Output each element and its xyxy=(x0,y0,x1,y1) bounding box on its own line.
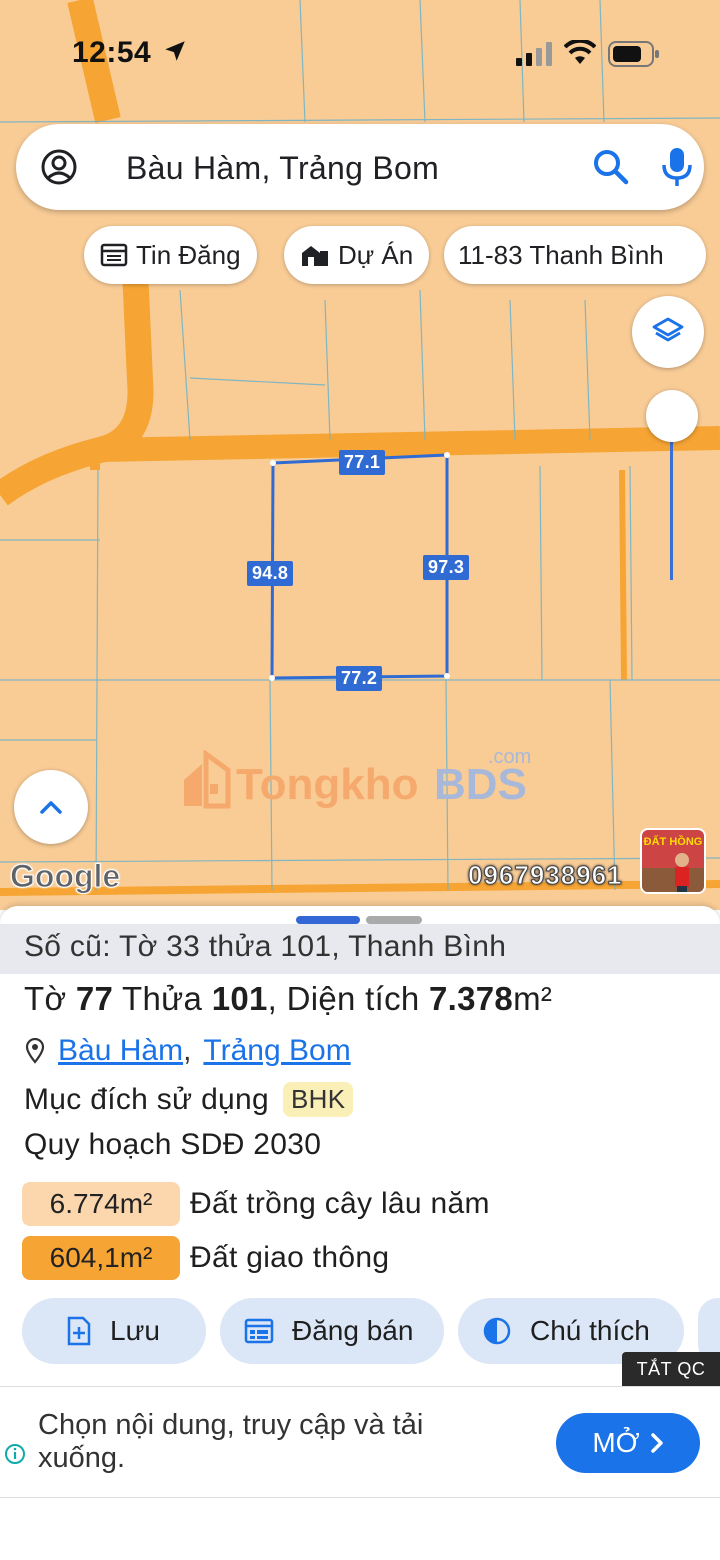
location-arrow-icon xyxy=(165,41,185,61)
chip-location-filter[interactable]: 11-83 Thanh Bình xyxy=(444,226,706,284)
watermark-logo-icon xyxy=(184,750,231,809)
chevron-up-icon xyxy=(40,801,62,814)
google-logo: Google xyxy=(9,858,121,895)
dimension-bottom: 77.2 xyxy=(336,666,383,691)
commune-link[interactable]: Bàu Hàm xyxy=(58,1034,183,1068)
sheet-handle[interactable] xyxy=(366,916,422,924)
save-label: Lưu xyxy=(110,1315,160,1346)
ad-banner[interactable]: Chọn nội dung, truy cập và tải xuống. MỞ xyxy=(0,1386,720,1498)
area-unit: m² xyxy=(513,980,553,1017)
post-sale-label: Đăng bán xyxy=(292,1315,414,1346)
ad-open-label: MỞ xyxy=(592,1427,640,1458)
zone-area: 6.774m² xyxy=(22,1182,180,1226)
zone-label: Đất giao thông xyxy=(190,1241,390,1274)
parcel-title: Tờ 77 Thửa 101, Diện tích 7.378m² xyxy=(24,980,552,1018)
chevron-right-icon xyxy=(650,1433,663,1453)
search-icon[interactable] xyxy=(592,148,630,186)
sheet-number: 77 xyxy=(75,980,114,1017)
opacity-slider-handle[interactable] xyxy=(646,390,698,442)
planning-label: Quy hoạch SDĐ 2030 xyxy=(24,1128,322,1161)
location-pin-icon xyxy=(25,1038,45,1064)
map-view[interactable]: 12:54 Bàu Hàm, Trảng Bom Tin Đăng Dự Án … xyxy=(0,0,720,910)
battery-icon xyxy=(608,41,659,67)
chip-label: 11-83 Thanh Bình xyxy=(458,239,664,270)
parcel-number: 101 xyxy=(211,980,268,1017)
search-bar[interactable]: Bàu Hàm, Trảng Bom xyxy=(16,124,704,210)
parcel-location: Bàu Hàm , Trảng Bom xyxy=(24,1034,351,1068)
save-button[interactable]: Lưu xyxy=(22,1298,206,1364)
dimension-right: 97.3 xyxy=(423,555,470,580)
chip-label: Tin Đăng xyxy=(136,239,241,270)
ad-open-button[interactable]: MỞ xyxy=(556,1413,700,1473)
layers-icon xyxy=(652,317,684,342)
purpose-label: Mục đích sử dụng xyxy=(24,1082,270,1116)
area-value: 7.378 xyxy=(429,980,514,1017)
watermark: Tongkho BDS .com xyxy=(180,746,560,816)
buildings-icon xyxy=(302,246,328,266)
watermark-phone: 0967938961 xyxy=(468,860,623,891)
account-icon[interactable] xyxy=(40,148,78,186)
zone-row: 604,1m² Đất giao thông xyxy=(22,1236,389,1280)
dimension-left: 94.8 xyxy=(247,561,294,586)
watermark-text-1: Tongkho xyxy=(236,760,419,809)
post-sale-button[interactable]: Đăng bán xyxy=(220,1298,444,1364)
half-circle-icon xyxy=(483,1317,511,1345)
land-purpose-row: Mục đích sử dụng BHK xyxy=(24,1082,354,1117)
layers-button[interactable] xyxy=(632,296,704,368)
mic-icon[interactable] xyxy=(658,146,696,188)
old-parcel-reference: Số cũ: Tờ 33 thửa 101, Thanh Bình xyxy=(0,924,720,974)
ad-text: Chọn nội dung, truy cập và tải xuống. xyxy=(38,1409,424,1474)
cell-signal-icon xyxy=(516,42,552,66)
parcel-info-sheet[interactable]: Số cũ: Tờ 33 thửa 101, Thanh Bình Tờ 77 … xyxy=(0,906,720,1560)
zone-label: Đất trồng cây lâu năm xyxy=(190,1187,490,1220)
calendar-list-icon xyxy=(244,1318,274,1344)
watermark-suffix: .com xyxy=(488,746,532,768)
parcel-label: Thửa xyxy=(113,980,212,1017)
expand-up-button[interactable] xyxy=(14,770,88,844)
dimension-top: 77.1 xyxy=(339,450,386,475)
close-ads-button[interactable]: TẮT QC xyxy=(622,1352,720,1386)
agent-thumbnail[interactable]: ĐẤT HỒNG xyxy=(640,828,706,894)
chip-label: Dự Án xyxy=(338,239,414,270)
sheet-handle-active[interactable] xyxy=(296,916,360,924)
thumbnail-caption: ĐẤT HỒNG xyxy=(643,836,703,848)
district-link[interactable]: Trảng Bom xyxy=(203,1034,350,1068)
person-icon xyxy=(642,853,704,892)
search-query[interactable]: Bàu Hàm, Trảng Bom xyxy=(126,150,439,187)
chip-du-an[interactable]: Dự Án xyxy=(284,226,430,284)
chip-tin-dang[interactable]: Tin Đăng xyxy=(84,226,257,284)
bookmark-plus-icon xyxy=(67,1316,91,1346)
info-icon[interactable] xyxy=(4,1443,26,1465)
status-bar: 12:54 xyxy=(0,0,720,100)
location-separator: , xyxy=(183,1034,192,1067)
zone-row: 6.774m² Đất trồng cây lâu năm xyxy=(22,1182,490,1226)
opacity-slider-track[interactable] xyxy=(670,420,673,580)
zone-area: 604,1m² xyxy=(22,1236,180,1280)
area-label: , Diện tích xyxy=(267,980,429,1017)
calendar-list-icon xyxy=(100,243,128,267)
legend-label: Chú thích xyxy=(530,1315,650,1346)
purpose-code-badge: BHK xyxy=(283,1082,354,1117)
status-time: 12:54 xyxy=(72,36,152,69)
wifi-icon xyxy=(564,40,596,64)
sheet-label: Tờ xyxy=(24,980,76,1017)
